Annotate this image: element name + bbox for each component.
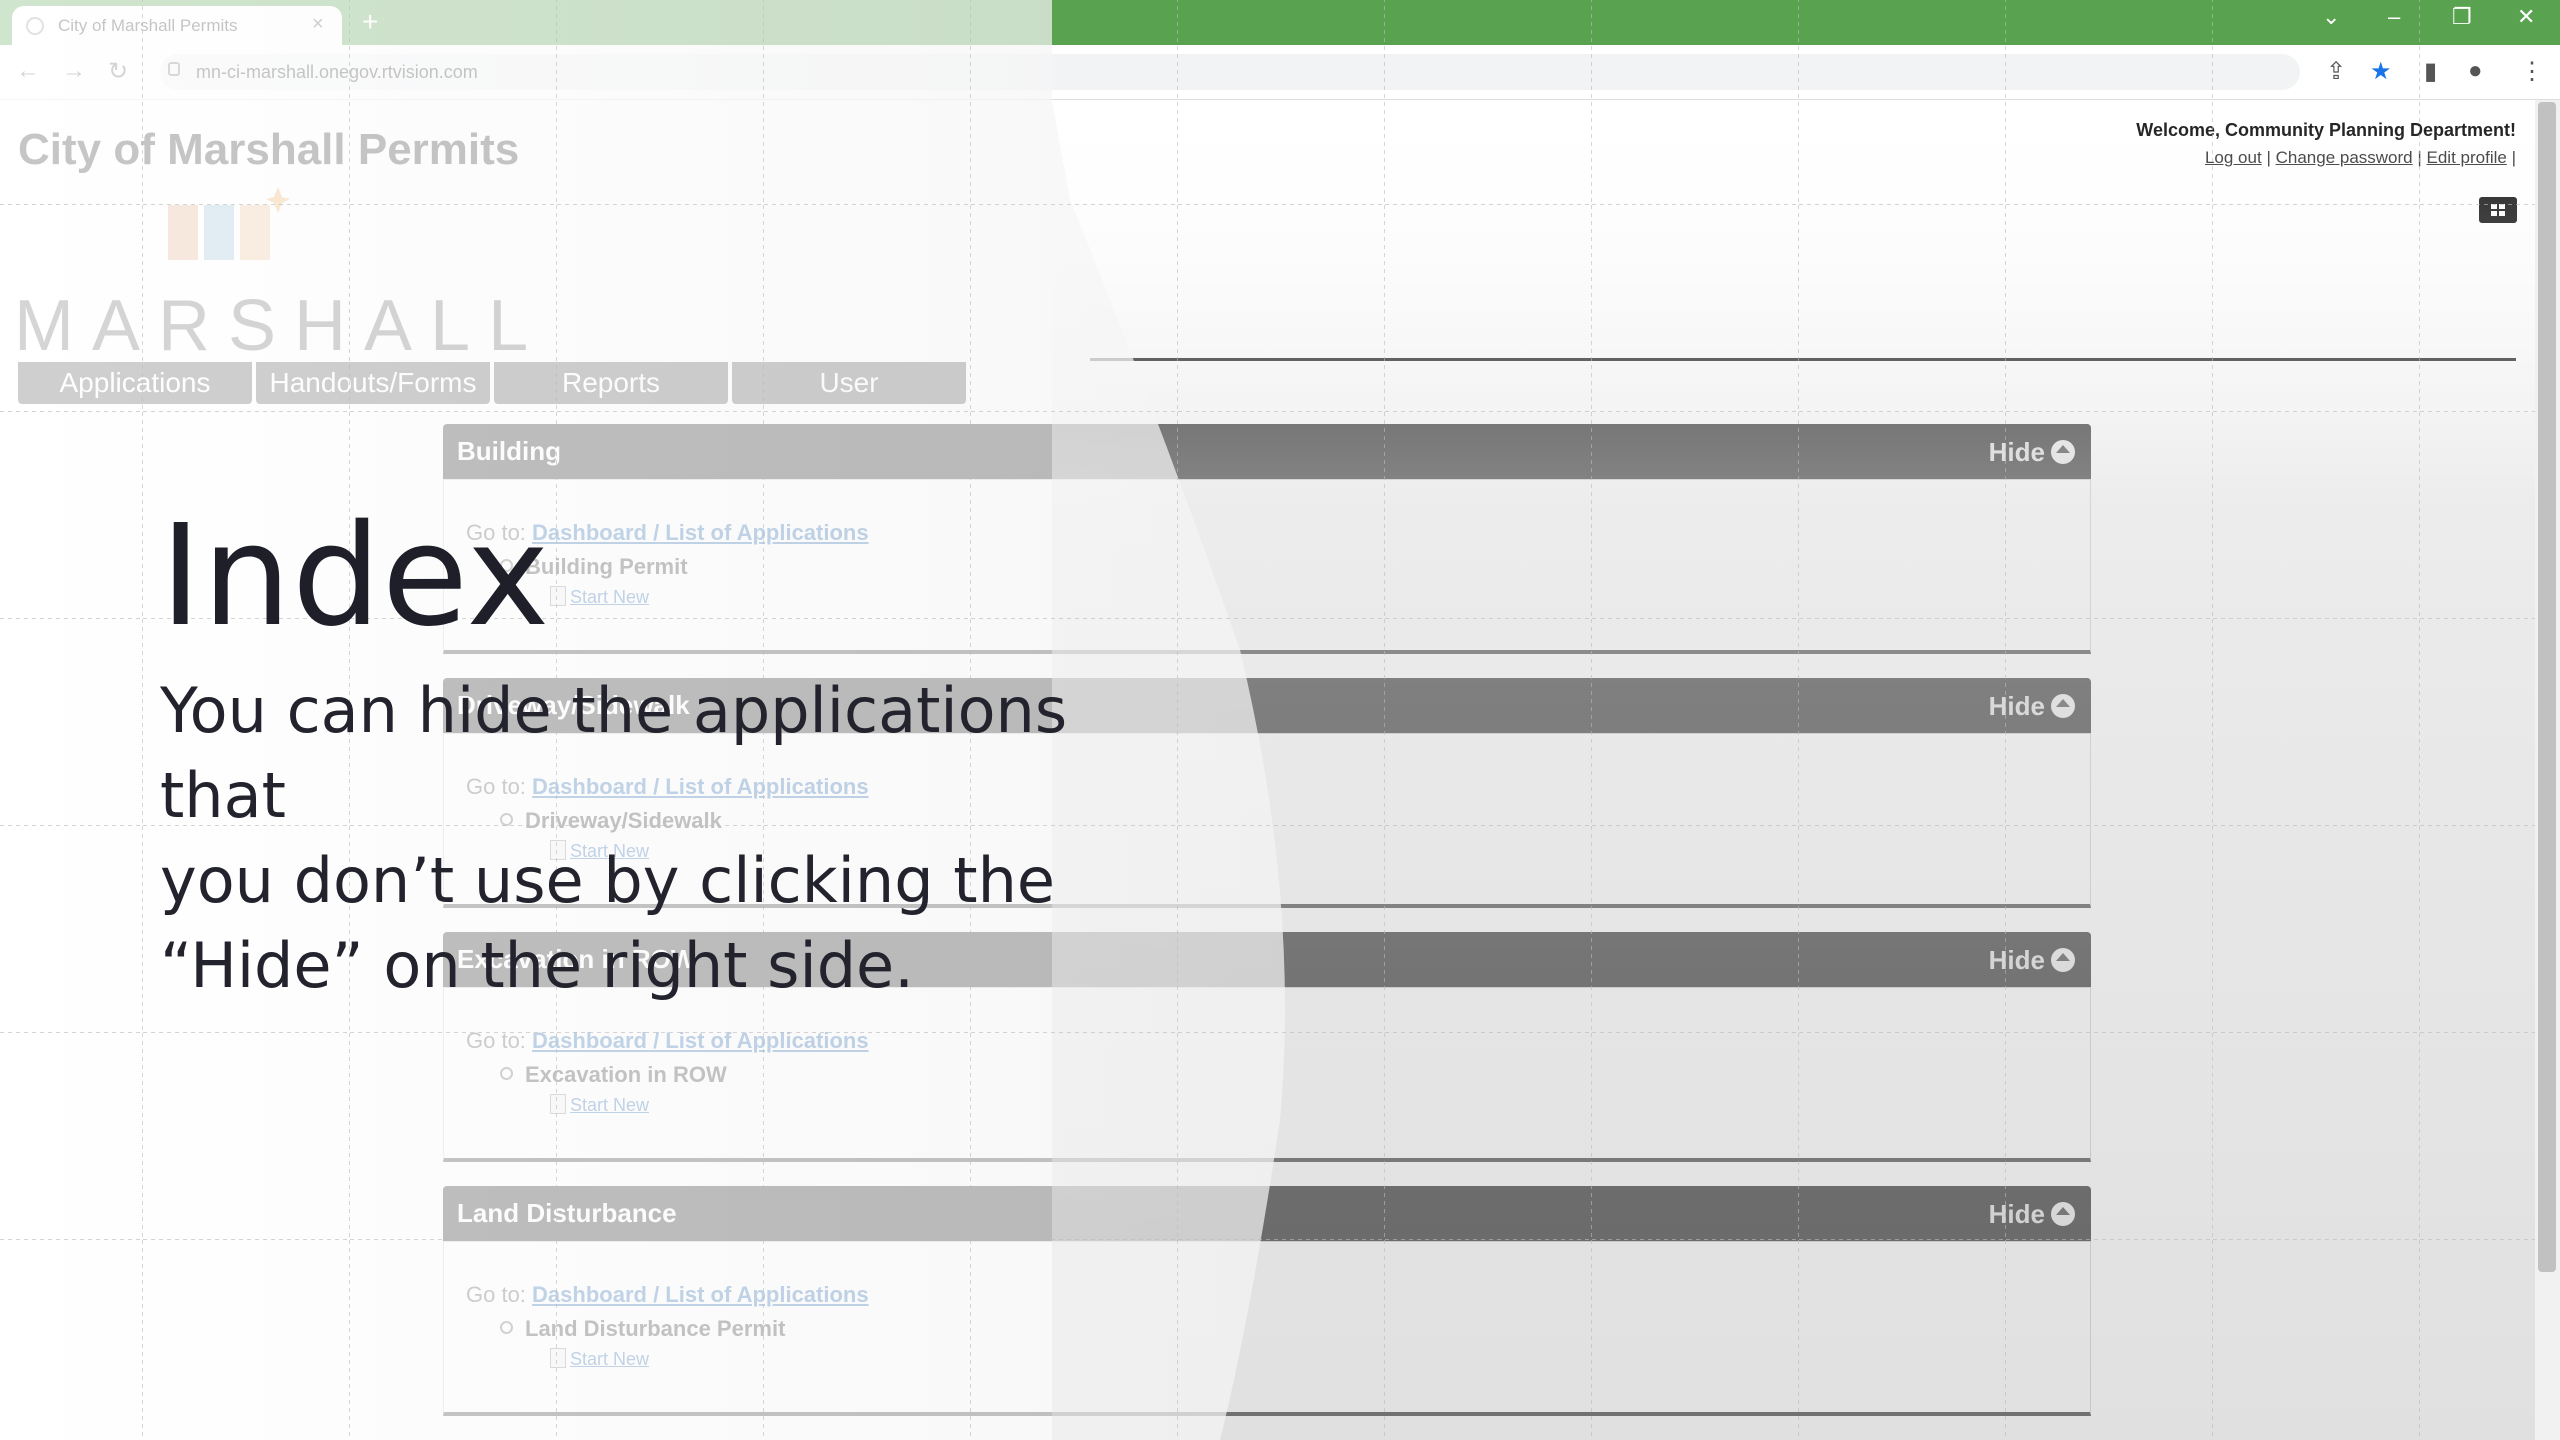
account-links: Log out | Change password | Edit profile… xyxy=(2205,148,2516,168)
tab-title: City of Marshall Permits xyxy=(58,16,238,35)
nav-user[interactable]: User xyxy=(732,362,966,404)
menu-kebab-icon[interactable]: ⋮ xyxy=(2520,57,2544,86)
minimize-icon[interactable]: – xyxy=(2388,4,2400,30)
collapse-arrow-icon xyxy=(2051,694,2075,718)
start-new-label: Start New xyxy=(570,1095,650,1115)
hide-label: Hide xyxy=(1988,945,2045,975)
section-title: Building xyxy=(457,436,561,466)
start-new-label: Start New xyxy=(570,1349,650,1369)
marshall-logo-icon xyxy=(168,187,290,260)
nav-applications[interactable]: Applications xyxy=(18,362,252,404)
permit-name: Excavation in ROW xyxy=(500,1062,727,1088)
new-tab-button[interactable]: + xyxy=(362,6,378,38)
section-body: Go to: Dashboard / List of Applications … xyxy=(443,1241,2091,1416)
lock-icon xyxy=(168,62,180,76)
document-icon xyxy=(550,586,566,606)
document-icon xyxy=(550,1348,566,1368)
separator: | xyxy=(2266,148,2271,167)
hide-button[interactable]: Hide xyxy=(1989,437,2075,468)
apps-grid-button[interactable] xyxy=(2479,197,2517,223)
browser-tab[interactable]: City of Marshall Permits × xyxy=(12,6,342,45)
scrollbar-thumb[interactable] xyxy=(2538,102,2556,1272)
permit-name: Land Disturbance Permit xyxy=(500,1316,785,1342)
collapse-arrow-icon xyxy=(2051,948,2075,972)
back-icon[interactable]: ← xyxy=(16,57,40,85)
welcome-message: Welcome, Community Planning Department! xyxy=(2136,120,2516,140)
change-password-link[interactable]: Change password xyxy=(2276,148,2413,167)
section-header: Land Disturbance Hide xyxy=(443,1186,2091,1241)
goto-line: Go to: Dashboard / List of Applications xyxy=(466,1282,869,1308)
start-new-link[interactable]: Start New xyxy=(550,586,649,608)
dashboard-link[interactable]: Dashboard / List of Applications xyxy=(532,1282,869,1307)
close-tab-icon[interactable]: × xyxy=(312,13,324,36)
hide-button[interactable]: Hide xyxy=(1989,691,2075,722)
section-header: Building Hide xyxy=(443,424,2091,479)
nav-handouts-forms[interactable]: Handouts/Forms xyxy=(256,362,490,404)
hide-label: Hide xyxy=(1988,437,2045,467)
header-divider xyxy=(1090,358,2516,361)
instruction-line-1: You can hide the applications that xyxy=(160,674,1068,832)
browser-titlebar: City of Marshall Permits × + ⌄ – ❐ ✕ xyxy=(0,0,2560,45)
document-icon xyxy=(550,1094,566,1114)
instruction-line-2: you don’t use by clicking the xyxy=(160,844,1056,917)
bookmark-star-icon[interactable]: ★ xyxy=(2370,57,2392,86)
slide-instruction: You can hide the applications that you d… xyxy=(160,668,1160,1008)
hide-label: Hide xyxy=(1988,691,2045,721)
url-text: mn-ci-marshall.onegov.rtvision.com xyxy=(196,62,478,82)
collapse-arrow-icon xyxy=(2051,1202,2075,1226)
goto-line: Go to: Dashboard / List of Applications xyxy=(466,1028,869,1054)
globe-icon xyxy=(26,17,44,35)
hide-button[interactable]: Hide xyxy=(1989,945,2075,976)
edit-profile-link[interactable]: Edit profile xyxy=(2427,148,2507,167)
dashboard-link[interactable]: Dashboard / List of Applications xyxy=(532,1028,869,1053)
separator: | xyxy=(2511,148,2516,167)
goto-prefix: Go to: xyxy=(466,1282,526,1307)
slide-heading: Index xyxy=(160,495,551,658)
logo-wordmark: MARSHALL xyxy=(14,286,547,366)
section-body: Go to: Dashboard / List of Applications … xyxy=(443,479,2091,654)
separator: | xyxy=(2417,148,2422,167)
section-title: Land Disturbance xyxy=(457,1198,677,1228)
forward-icon[interactable]: → xyxy=(62,57,86,85)
share-icon[interactable]: ⇪ xyxy=(2326,57,2346,86)
logout-link[interactable]: Log out xyxy=(2205,148,2262,167)
restore-icon[interactable]: ❐ xyxy=(2452,4,2472,30)
hide-label: Hide xyxy=(1988,1199,2045,1229)
side-panel-icon[interactable]: ▮ xyxy=(2424,57,2437,86)
instruction-line-3: “Hide” on the right side. xyxy=(160,929,914,1002)
screen: City of Marshall Permits × + ⌄ – ❐ ✕ ← →… xyxy=(0,0,2560,1440)
start-new-label: Start New xyxy=(570,587,650,607)
chevron-down-icon[interactable]: ⌄ xyxy=(2322,4,2340,30)
collapse-arrow-icon xyxy=(2051,440,2075,464)
start-new-link[interactable]: Start New xyxy=(550,1094,649,1116)
browser-toolbar: ← → ↻ mn-ci-marshall.onegov.rtvision.com… xyxy=(0,45,2560,100)
goto-prefix: Go to: xyxy=(466,1028,526,1053)
section-body: Go to: Dashboard / List of Applications … xyxy=(443,987,2091,1162)
profile-icon[interactable]: ● xyxy=(2468,57,2483,85)
nav-reports[interactable]: Reports xyxy=(494,362,728,404)
site-title: City of Marshall Permits xyxy=(18,125,520,174)
address-bar[interactable]: mn-ci-marshall.onegov.rtvision.com xyxy=(160,54,2300,90)
reload-icon[interactable]: ↻ xyxy=(108,57,128,86)
close-window-icon[interactable]: ✕ xyxy=(2517,4,2535,30)
dashboard-link[interactable]: Dashboard / List of Applications xyxy=(532,520,869,545)
hide-button[interactable]: Hide xyxy=(1989,1199,2075,1230)
start-new-link[interactable]: Start New xyxy=(550,1348,649,1370)
grid-icon xyxy=(2491,204,2505,216)
